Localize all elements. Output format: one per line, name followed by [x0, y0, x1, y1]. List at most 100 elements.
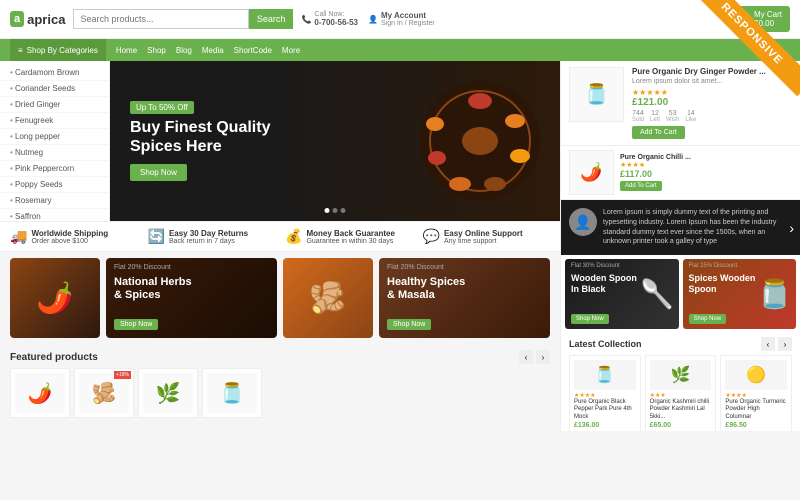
featured-item-0: 🌶️	[10, 368, 70, 418]
nav-more[interactable]: More	[282, 46, 300, 55]
promo-1-title: National Herbs& Spices	[114, 276, 192, 302]
coll-img-2: 🟡	[725, 360, 787, 390]
feature-shipping: 🚚 Worldwide Shipping Order above $100	[10, 228, 138, 245]
account-label: My Account	[381, 11, 435, 20]
hero-row: Cardamom Brown Coriander Seeds Dried Gin…	[0, 61, 560, 221]
promo-2-title-2: & Masala	[387, 289, 435, 301]
featured-img-1: 🫚	[79, 373, 129, 413]
spice-promo-2[interactable]: 🫙 Flat 25% Discount Spices WoodenSpoon S…	[683, 259, 797, 329]
featured-title: Featured products	[10, 352, 98, 363]
promo-banner-1[interactable]: Flat 20% Discount National Herbs& Spices…	[106, 258, 277, 338]
collection-grid: 🫙 ★★★★ Pure Organic Black Pepper Park Pu…	[569, 355, 792, 431]
spice-promo-1[interactable]: 🥄 Flat 30% Discount Wooden SpoonIn Black…	[565, 259, 679, 329]
hero-text: Up To 50% Off Buy Finest QualitySpices H…	[130, 101, 270, 181]
featured-prev[interactable]: ‹	[519, 350, 533, 364]
feature-returns-desc: Back return in 7 days	[169, 238, 248, 245]
product-meta: 744 Sold 12 Left 53 Wish 14	[632, 110, 792, 123]
header-info: 📞 Call Now: 0-700-56-53 👤 My Account Sig…	[301, 11, 434, 27]
promo-middle-image: 🫚	[283, 258, 373, 338]
featured-header: Featured products ‹ ›	[10, 350, 550, 364]
search-button[interactable]: Search	[249, 9, 294, 29]
categories-button[interactable]: ≡ Shop By Categories	[10, 39, 106, 61]
meta-wish-value: 53	[669, 110, 677, 117]
sidebar-item-nutmeg[interactable]: Nutmeg	[0, 145, 109, 161]
promo-left-image: 🌶️	[10, 258, 100, 338]
account-info[interactable]: 👤 My Account Sign In / Register	[368, 11, 435, 27]
support-icon: 💬	[423, 228, 440, 245]
collection-item-1: 🌿 ★★★ Organic Kashmiri chilli Powder Kas…	[645, 355, 717, 431]
testimonial-avatar: 👤	[569, 208, 597, 236]
spice-promo-1-button[interactable]: Shop Now	[571, 314, 609, 324]
sidebar-item-pink[interactable]: Pink Peppercorn	[0, 161, 109, 177]
spice-promo-1-image: 🥄	[640, 278, 675, 311]
search-input[interactable]	[73, 9, 248, 29]
user-icon: 👤	[368, 15, 378, 24]
coll-img-1: 🌿	[650, 360, 712, 390]
meta-left-value: 12	[651, 110, 659, 117]
responsive-badge-text: RESPONSIVE	[690, 0, 800, 96]
featured-img-2: 🌿	[143, 373, 193, 413]
hero-dot-1[interactable]	[325, 208, 330, 213]
hero-dots	[325, 208, 346, 213]
nav-blog[interactable]: Blog	[176, 46, 192, 55]
feature-shipping-desc: Order above $100	[31, 238, 108, 245]
add-to-cart-button-2[interactable]: Add To Cart	[620, 181, 662, 191]
coll-name-1: Organic Kashmiri chilli Powder Kashmiri …	[650, 399, 712, 421]
nav-home[interactable]: Home	[116, 46, 137, 55]
sidebar-item-ginger[interactable]: Dried Ginger	[0, 97, 109, 113]
nav-shortcode[interactable]: ShortCode	[234, 46, 272, 55]
logo: a aprica	[10, 11, 65, 27]
sidebar-item-cardamom[interactable]: Cardamom Brown	[0, 65, 109, 81]
latest-next[interactable]: ›	[778, 337, 792, 351]
sidebar-item-rosemary[interactable]: Rosemary	[0, 193, 109, 209]
nav-shop[interactable]: Shop	[147, 46, 166, 55]
testimonial-text: Lorem ipsum is simply dummy text of the …	[603, 208, 792, 247]
latest-header: Latest Collection ‹ ›	[569, 337, 792, 351]
promo-1-title-2: & Spices	[114, 289, 160, 301]
sidebar-item-coriander[interactable]: Coriander Seeds	[0, 81, 109, 97]
collection-item-2: 🟡 ★★★★ Pure Organic Turmeric Powder High…	[720, 355, 792, 431]
spice-promo-2-button[interactable]: Shop Now	[689, 314, 727, 324]
spice-promo-2-label: Flat 25% Discount	[689, 263, 738, 269]
hero-discount: Up To 50% Off	[130, 101, 194, 114]
right-panel: 🫙 Pure Organic Dry Ginger Powder ... Lor…	[560, 61, 800, 431]
featured-img-3: 🫙	[207, 373, 257, 413]
spice-promo-1-title: Wooden SpoonIn Black	[571, 273, 637, 295]
product-stars-2: ★★★★	[620, 161, 792, 169]
left-column: Cardamom Brown Coriander Seeds Dried Gin…	[0, 61, 560, 431]
spice-promo-2-image: 🫙	[757, 278, 792, 311]
coll-img-0: 🫙	[574, 360, 636, 390]
sidebar-item-fenugreek[interactable]: Fenugreek	[0, 113, 109, 129]
promo-2-button[interactable]: Shop Now	[387, 319, 431, 330]
promo-1-button[interactable]: Shop Now	[114, 319, 158, 330]
featured-next[interactable]: ›	[536, 350, 550, 364]
featured-nav: ‹ ›	[519, 350, 550, 364]
coll-price-1: £65.00	[650, 422, 712, 429]
add-to-cart-button[interactable]: Add To Cart	[632, 126, 685, 139]
logo-text: aprica	[27, 12, 65, 27]
navigation: ≡ Shop By Categories Home Shop Blog Medi…	[0, 39, 800, 61]
grid-icon: ≡	[18, 46, 23, 55]
meta-like-value: 14	[687, 110, 695, 117]
coll-name-0: Pure Organic Black Pepper Park Pure 4th …	[574, 399, 636, 421]
promo-banner-2[interactable]: Flat 20% Discount Healthy Spices& Masala…	[379, 258, 550, 338]
sidebar-item-poppy[interactable]: Poppy Seeds	[0, 177, 109, 193]
latest-prev[interactable]: ‹	[761, 337, 775, 351]
testimonial-next[interactable]: ›	[789, 220, 794, 236]
product-name-2: Pure Organic Chilli ...	[620, 154, 792, 161]
coll-name-2: Pure Organic Turmeric Powder High Column…	[725, 399, 787, 421]
hero-dot-2[interactable]	[333, 208, 338, 213]
sidebar-item-saffron[interactable]: Saffron	[0, 209, 109, 221]
product-image-2: 🌶️	[569, 150, 614, 195]
spice-promo-row: 🥄 Flat 30% Discount Wooden SpoonIn Black…	[561, 255, 800, 333]
nav-media[interactable]: Media	[202, 46, 224, 55]
hero-banner: Up To 50% Off Buy Finest QualitySpices H…	[110, 61, 560, 221]
responsive-badge: RESPONSIVE	[690, 0, 800, 110]
hero-dot-3[interactable]	[341, 208, 346, 213]
promo-1-label: Flat 20% Discount	[114, 264, 171, 271]
sidebar-item-longpepper[interactable]: Long pepper	[0, 129, 109, 145]
hero-shop-button[interactable]: Shop Now	[130, 164, 187, 181]
featured-item-1: 🫚 +18%	[74, 368, 134, 418]
meta-left: 12 Left	[650, 110, 660, 123]
coll-stars-1: ★★★	[650, 392, 712, 399]
